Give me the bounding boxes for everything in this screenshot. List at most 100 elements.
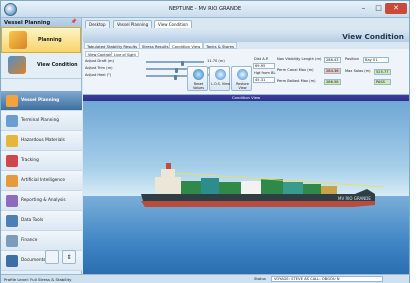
dist-ap-field[interactable]: 69.95 (253, 63, 275, 69)
position-field[interactable]: Bay 01 (363, 57, 389, 63)
tab-tanks-stores[interactable]: Tanks & Stores (203, 42, 237, 49)
perm-canal-label: Perm Canal Max (m) (277, 68, 314, 72)
navigation-list: Vessel Planning Terminal Planning Hazard… (1, 91, 82, 271)
status-label: Status (254, 277, 266, 281)
ship-icon (8, 56, 26, 74)
tab-desktop[interactable]: Desktop (85, 20, 110, 28)
sidebar-item-tracking[interactable]: Tracking (1, 151, 82, 171)
draft-value: 11.70 (m) (207, 59, 225, 63)
terminal-icon (6, 115, 18, 127)
window-title: NEPTUNE - MV RIO GRANDE (168, 6, 242, 12)
los-view-icon (215, 69, 226, 80)
tracking-icon (6, 155, 18, 167)
view-condition-button[interactable]: View Condition (1, 53, 81, 79)
planning-icon (9, 31, 27, 49)
container-stack (219, 182, 241, 194)
tab-condition-view[interactable]: Condition View (169, 42, 204, 49)
sidebar-item-label: Terminal Planning (21, 118, 60, 123)
non-visibility-field: 286.43 (324, 57, 341, 63)
sidebar-title: Vessel Planning (4, 20, 51, 26)
planning-button[interactable]: Planning (1, 27, 81, 53)
sidebar-item-label: Finance (21, 238, 38, 243)
perm-ballast-field: 286.58 (324, 79, 341, 85)
tab-vessel-planning[interactable]: Vessel Planning (113, 20, 153, 28)
sidebar-footer: ⇕ (1, 250, 82, 274)
controls-panel: View Controls Line of Sight Adjust Draft… (83, 49, 409, 95)
los-view-button[interactable]: L.O.S. View (209, 66, 230, 91)
vessel-waterline (141, 201, 375, 207)
max-solas-field: 525.77 (374, 69, 391, 75)
tab-tabulated-stability[interactable]: Tabulated Stability Results (84, 42, 141, 49)
sidebar: Vessel Planning 📌 Planning View Conditio… (1, 18, 82, 274)
vessel-3d-view: MV RIO GRANDE (141, 163, 384, 207)
sidebar-header: Vessel Planning 📌 (1, 18, 81, 27)
status-field: VOYAGE: STEVE AS CALL: OBGOU N (270, 276, 383, 282)
sidebar-item-hazardous-materials[interactable]: Hazardous Materials (1, 131, 82, 151)
pass-badge: PASS (374, 79, 391, 85)
vessel-bridge (155, 177, 181, 194)
heel-label: Adjust Heel (°) (85, 73, 112, 77)
sidebar-item-finance[interactable]: Finance (1, 231, 82, 251)
container-stack (261, 179, 283, 194)
reset-values-button[interactable]: Reset Values (187, 66, 208, 91)
sidebar-item-reporting-analysis[interactable]: Reporting & Analysis (1, 191, 82, 211)
vessel-wheelhouse (161, 169, 175, 177)
container-stack (303, 184, 321, 194)
restore-view-button[interactable]: Restore View (231, 66, 252, 91)
report-icon (6, 195, 18, 207)
sidebar-item-artificial-intelligence[interactable]: Artificial Intelligence (1, 171, 82, 191)
non-visibility-label: Non Visibility Length (m) (277, 57, 322, 61)
condition-view-scene[interactable]: MV RIO GRANDE (83, 101, 409, 274)
restore-view-icon (237, 69, 248, 80)
draft-label: Adjust Draft (m) (85, 59, 114, 63)
perm-ballast-label: Perm Ballast Max (m) (277, 79, 316, 83)
tab-line-of-sight[interactable]: Line of Sight (111, 51, 139, 57)
planning-button-label: Planning (38, 38, 62, 43)
ai-icon (6, 175, 18, 187)
sidebar-item-label: Vessel Planning (21, 98, 60, 103)
sidebar-item-data-tools[interactable]: Data Tools (1, 211, 82, 231)
container-stack (321, 186, 337, 194)
tab-stress-results[interactable]: Stress Results (139, 42, 172, 49)
options-icon[interactable] (45, 250, 59, 264)
max-solas-label: Max Solas (m) (345, 69, 371, 73)
container-stack (241, 181, 261, 194)
sidebar-item-label: Tracking (21, 158, 39, 163)
hgt-from-bl-field[interactable]: 45.31 (253, 77, 275, 83)
sidebar-item-terminal-planning[interactable]: Terminal Planning (1, 111, 82, 131)
trim-label: Adjust Trim (m) (85, 66, 113, 70)
sidebar-item-vessel-planning[interactable]: Vessel Planning (1, 91, 82, 111)
sidebar-item-label: Artificial Intelligence (21, 178, 66, 183)
reset-icon (193, 69, 204, 80)
hazard-icon (6, 135, 18, 147)
vessel-name-text: MV RIO GRANDE (338, 196, 371, 201)
tab-view-condition[interactable]: View Condition (154, 20, 192, 28)
maximize-icon[interactable]: □ (371, 3, 386, 14)
expand-icon[interactable]: ⇕ (62, 250, 76, 264)
application-window: NEPTUNE - MV RIO GRANDE – □ ✕ Vessel Pla… (0, 0, 410, 283)
sidebar-item-label: Data Tools (21, 218, 44, 223)
container-stack (201, 178, 219, 194)
draft-slider[interactable] (146, 61, 204, 66)
los-view-label: L.O.S. View (211, 82, 230, 86)
close-icon[interactable]: ✕ (385, 3, 407, 14)
minimize-icon[interactable]: – (356, 3, 371, 14)
document-tabs: Desktop Vessel Planning View Condition (83, 18, 409, 29)
draft-slider-row: Adjust Draft (m) 11.70 (m) (85, 59, 235, 66)
restore-view-label: Restore View (236, 82, 249, 90)
container-stack (181, 181, 201, 194)
pin-icon[interactable]: 📌 (71, 19, 77, 25)
main-area: Desktop Vessel Planning View Condition V… (83, 18, 409, 274)
title-bar: NEPTUNE - MV RIO GRANDE – □ ✕ (1, 1, 409, 18)
container-stack (283, 182, 303, 194)
vessel-funnel (166, 163, 171, 169)
status-bar: Status VOYAGE: STEVE AS CALL: OBGOU N (252, 274, 409, 283)
sidebar-item-label: Documents (21, 258, 46, 263)
sidebar-item-label: Hazardous Materials (21, 138, 65, 143)
vessel-icon (6, 95, 18, 107)
heel-slider-handle[interactable] (173, 75, 177, 80)
page-title: View Condition (83, 29, 409, 42)
sidebar-item-label: Reporting & Analysis (21, 198, 66, 203)
reset-values-label: Reset Values (192, 82, 205, 90)
position-label: Position (345, 57, 359, 61)
